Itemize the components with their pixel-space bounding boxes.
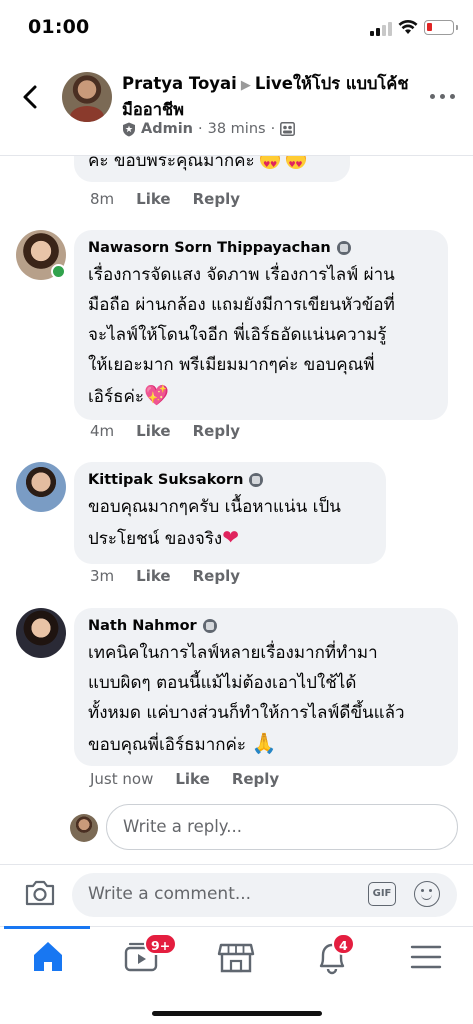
gif-button[interactable]: GIF <box>368 882 396 906</box>
active-tab-indicator <box>4 926 90 929</box>
comment-actions: 8m Like Reply <box>90 190 240 208</box>
wave-icon <box>249 473 264 487</box>
nav-watch[interactable]: 9+ <box>112 933 178 979</box>
group-icon <box>280 122 296 136</box>
avatar[interactable] <box>16 462 66 512</box>
author-avatar[interactable] <box>62 72 112 122</box>
comment-input[interactable]: Write a comment... GIF <box>72 873 457 917</box>
red-heart-emoji-icon: ❤ <box>222 525 239 549</box>
comment-author[interactable]: Nath Nahmor <box>88 618 444 634</box>
store-icon <box>217 943 255 973</box>
wave-icon <box>336 241 351 255</box>
notifications-badge: 4 <box>332 933 355 955</box>
heart-eyes-emoji-icon <box>285 156 306 180</box>
sparkling-heart-emoji-icon: 💖 <box>144 383 169 407</box>
sticker-icon[interactable] <box>414 881 440 907</box>
post-author[interactable]: Pratya Toyai <box>122 74 237 93</box>
post-header: Pratya Toyai ▶ Liveให้โปร แบบโค้ชมืออาชีพ … <box>0 56 473 156</box>
reply-input[interactable]: Write a reply... <box>106 804 458 850</box>
like-button[interactable]: Like <box>136 422 170 440</box>
comment-actions: 4m Like Reply <box>90 422 240 440</box>
comment-author[interactable]: Nawasorn Sorn Thippayachan <box>88 240 434 256</box>
comment-time: 8m <box>90 190 115 208</box>
camera-icon[interactable] <box>24 879 56 907</box>
like-button[interactable]: Like <box>136 190 170 208</box>
meta-dot: · <box>270 121 276 137</box>
signal-icon <box>370 22 392 36</box>
status-time: 01:00 <box>28 16 90 38</box>
reply-button[interactable]: Reply <box>193 567 240 585</box>
bottom-nav: 9+ 4 <box>0 926 473 1024</box>
nav-menu[interactable] <box>396 935 456 979</box>
more-icon[interactable] <box>430 92 456 102</box>
nav-home[interactable] <box>18 935 78 979</box>
wave-icon <box>202 619 217 633</box>
like-button[interactable]: Like <box>136 567 170 585</box>
folded-hands-emoji-icon: 🙏 <box>251 731 277 755</box>
shield-icon <box>123 122 135 136</box>
comment-text: เรื่องการจัดแสง จัดภาพ เรื่องการไลฟ์ ผ่า… <box>88 265 395 407</box>
back-chevron-icon[interactable] <box>16 82 46 112</box>
reply-button[interactable]: Reply <box>232 770 279 788</box>
avatar[interactable] <box>16 608 66 658</box>
role-label: Admin <box>141 121 194 137</box>
comment-text: ขอบคุณมากๆครับ เนื้อหาแน่น เป็น ประโยชน์… <box>88 497 341 549</box>
wifi-icon <box>398 19 418 34</box>
arrow-right-icon: ▶ <box>240 78 251 93</box>
battery-icon <box>424 20 458 35</box>
comment-actions: Just now Like Reply <box>90 770 279 788</box>
nav-marketplace[interactable] <box>206 935 266 979</box>
comment-time: 4m <box>90 422 115 440</box>
comment-bubble: Nawasorn Sorn Thippayachan เรื่องการจัดแ… <box>74 230 448 420</box>
reply-button[interactable]: Reply <box>193 190 240 208</box>
comment-actions: 3m Like Reply <box>90 567 240 585</box>
home-indicator <box>152 1011 322 1016</box>
comment-time: Just now <box>90 770 154 788</box>
nav-notifications[interactable]: 4 <box>302 933 362 979</box>
comment-time: 3m <box>90 567 115 585</box>
post-meta: Admin · 38 mins · <box>122 121 296 137</box>
watch-badge: 9+ <box>144 933 178 955</box>
post-title[interactable]: Pratya Toyai ▶ Liveให้โปร แบบโค้ชมืออาชีพ <box>122 72 422 122</box>
comment-bubble: Kittipak Suksakorn ขอบคุณมากๆครับ เนื้อห… <box>74 462 386 564</box>
like-button[interactable]: Like <box>175 770 209 788</box>
status-bar: 01:00 <box>0 0 473 56</box>
current-user-avatar <box>70 814 98 842</box>
comment-bubble: ค่ะ ขอบพระคุณมากค่ะ <box>74 156 350 182</box>
home-icon <box>34 942 62 971</box>
comment-author[interactable]: Kittipak Suksakorn <box>88 472 372 488</box>
comment-bubble: Nath Nahmor เทคนิคในการไลฟ์หลายเรื่องมาก… <box>74 608 458 766</box>
heart-eyes-emoji-icon <box>260 156 281 180</box>
comment-text: เทคนิคในการไลฟ์หลายเรื่องมากที่ทำมา แบบผ… <box>88 643 405 755</box>
comment-text: ค่ะ ขอบพระคุณมากค่ะ <box>88 156 255 171</box>
online-status-icon <box>51 264 66 279</box>
menu-icon <box>410 945 442 969</box>
comments-list[interactable]: ค่ะ ขอบพระคุณมากค่ะ 8m Like Reply Nawaso… <box>0 156 473 864</box>
comment-composer: Write a comment... GIF <box>0 864 473 926</box>
meta-dot: · <box>198 121 203 137</box>
post-time: 38 mins <box>207 121 266 137</box>
reply-button[interactable]: Reply <box>193 422 240 440</box>
comment-placeholder: Write a comment... <box>88 884 252 904</box>
